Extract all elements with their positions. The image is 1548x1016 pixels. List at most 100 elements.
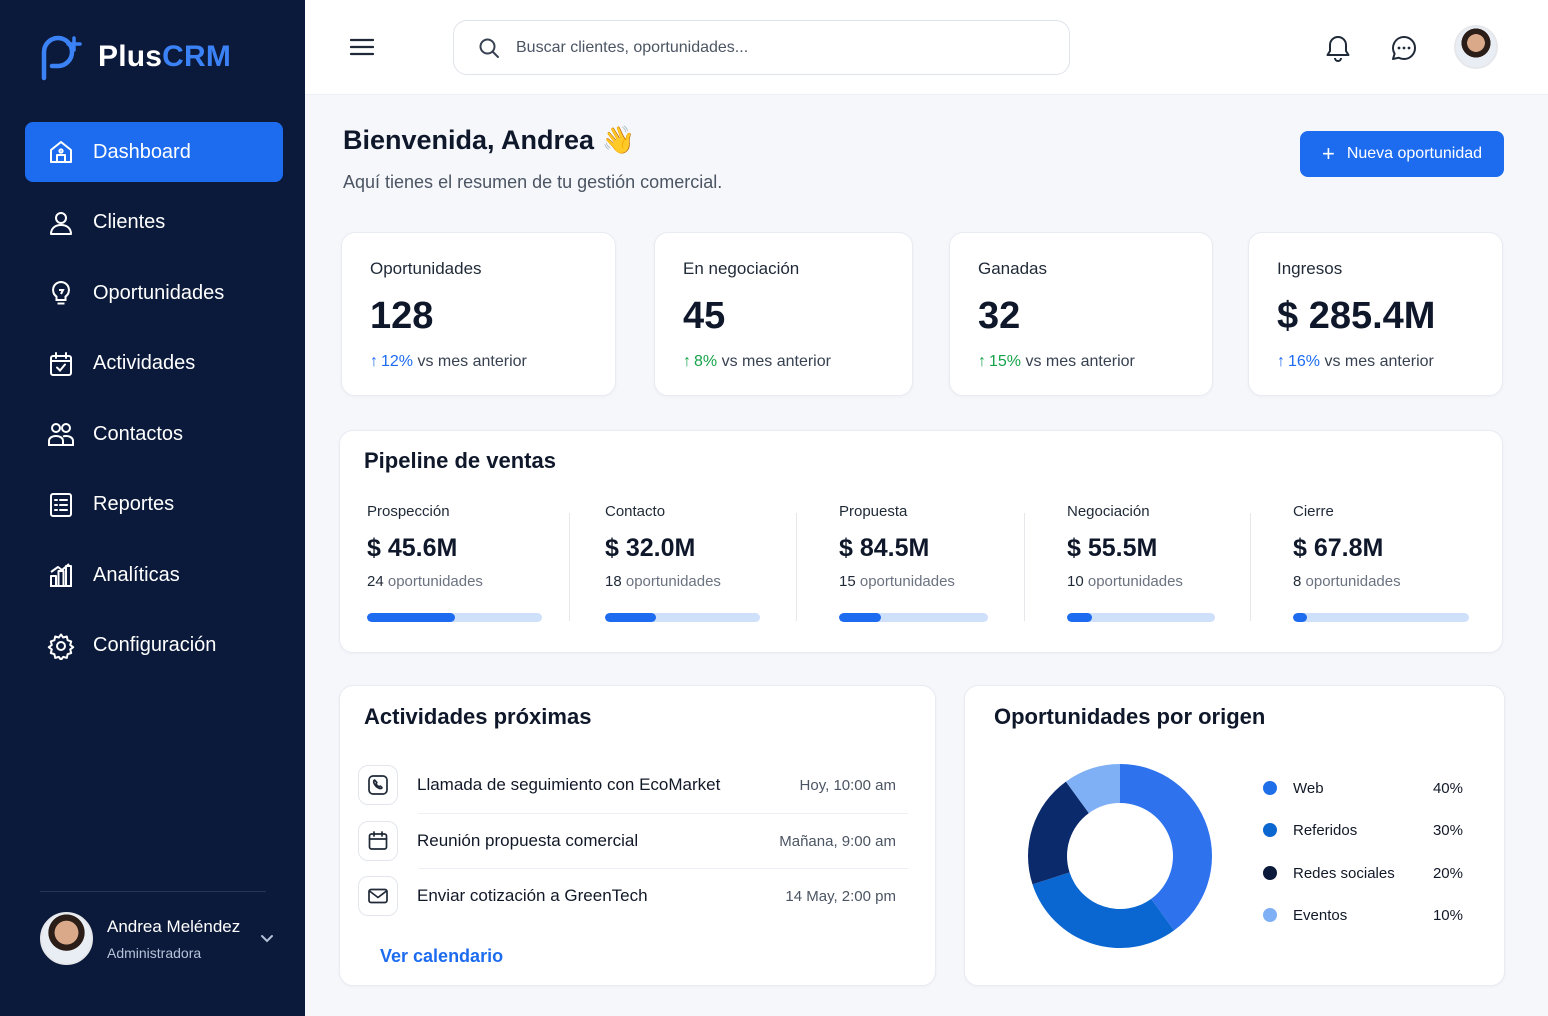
activities-title: Actividades próximas: [364, 704, 592, 729]
stage-value: $ 55.5M: [1067, 534, 1158, 562]
arrow-up-icon: ↑: [978, 353, 986, 370]
top-header: [305, 0, 1548, 95]
sidebar-item-label: Contactos: [93, 422, 184, 445]
donut-chart: [1028, 764, 1212, 948]
sidebar-item-label: Actividades: [93, 352, 196, 374]
pipeline-stage-propuesta[interactable]: Propuesta $ 84.5M 15 oportunidades: [839, 503, 988, 622]
sidebar-item-contactos[interactable]: Contactos: [25, 404, 283, 464]
kpi-value: 45: [683, 295, 726, 337]
kpi-card-ingresos[interactable]: Ingresos $ 285.4M ↑ 16% vs mes anterior: [1248, 232, 1503, 396]
calendar-check-icon: [47, 350, 75, 378]
activity-time: Hoy, 10:00 am: [799, 776, 896, 794]
user-profile[interactable]: Andrea Meléndez Administradora: [40, 912, 280, 965]
profile-name: Andrea Meléndez: [107, 916, 241, 936]
legend-dot: [1263, 908, 1277, 922]
activity-title: Enviar cotización a GreenTech: [417, 886, 648, 905]
search-icon: [479, 38, 499, 58]
activity-time: Mañana, 9:00 am: [779, 832, 896, 850]
stage-divider: [569, 513, 570, 621]
kpi-delta: ↑ 16% vs mes anterior: [1277, 353, 1434, 370]
kpi-value: 32: [978, 295, 1021, 337]
analytics-icon: [47, 561, 75, 589]
stage-progress-fill: [1293, 613, 1308, 622]
new-opportunity-label: Nueva oportunidad: [1346, 145, 1483, 162]
stage-count: 10 oportunidades: [1067, 573, 1183, 590]
stage-value: $ 45.6M: [367, 534, 458, 562]
legend-item-eventos[interactable]: Eventos 10%: [1263, 903, 1463, 927]
new-opportunity-button[interactable]: + Nueva oportunidad: [1300, 131, 1504, 177]
legend-item-redes-sociales[interactable]: Redes sociales 20%: [1263, 861, 1463, 885]
activity-time: 14 May, 2:00 pm: [785, 887, 896, 905]
stage-progress-bar: [839, 613, 988, 622]
sidebar-item-label: Oportunidades: [93, 281, 225, 304]
pipeline-stage-prospeccion[interactable]: Prospección $ 45.6M 24 oportunidades: [367, 503, 542, 622]
kpi-label: Oportunidades: [370, 259, 482, 278]
activity-item[interactable]: Reunión propuesta comercial Mañana, 9:00…: [358, 813, 908, 869]
header-avatar[interactable]: [1454, 25, 1498, 69]
view-calendar-link[interactable]: Ver calendario: [380, 946, 503, 967]
kpi-delta: ↑ 15% vs mes anterior: [978, 353, 1135, 370]
sidebar-item-reportes[interactable]: Reportes: [25, 475, 283, 535]
brand-logo[interactable]: PlusCRM: [38, 32, 231, 82]
stage-progress-bar: [1293, 613, 1469, 622]
search-input[interactable]: [516, 38, 1036, 57]
activity-title: Reunión propuesta comercial: [417, 831, 639, 850]
pipeline-stage-contacto[interactable]: Contacto $ 32.0M 18 oportunidades: [605, 503, 760, 622]
sidebar-item-actividades[interactable]: Actividades: [25, 334, 283, 394]
kpi-card-negociacion[interactable]: En negociación 45 ↑ 8% vs mes anterior: [654, 232, 913, 396]
activities-card: Actividades próximas Llamada de seguimie…: [339, 685, 936, 986]
search-bar[interactable]: [453, 20, 1070, 75]
page-subtitle: Aquí tienes el resumen de tu gestión com…: [343, 172, 723, 192]
bell-icon[interactable]: [1325, 34, 1351, 62]
kpi-delta: ↑ 8% vs mes anterior: [683, 353, 831, 370]
legend-dot: [1263, 823, 1277, 837]
pipeline-card: Pipeline de ventas Prospección $ 45.6M 2…: [339, 430, 1503, 653]
report-icon: [47, 491, 75, 519]
chevron-down-icon[interactable]: [260, 934, 274, 944]
stage-count: 18 oportunidades: [605, 573, 721, 590]
pipeline-title: Pipeline de ventas: [364, 448, 556, 473]
legend-item-web[interactable]: Web 40%: [1263, 776, 1463, 800]
sidebar-item-label: Dashboard: [93, 140, 191, 163]
sidebar-item-analiticas[interactable]: Analíticas: [25, 545, 283, 605]
activity-title: Llamada de seguimiento con EcoMarket: [417, 775, 721, 794]
stage-progress-bar: [605, 613, 760, 622]
sidebar: PlusCRM Dashboard Clientes Oportunidades…: [0, 0, 305, 1016]
legend-dot: [1263, 781, 1277, 795]
user-icon: [47, 209, 75, 237]
sidebar-item-clientes[interactable]: Clientes: [25, 193, 283, 253]
donut-slice-web[interactable]: [1120, 764, 1212, 931]
origin-title: Oportunidades por origen: [994, 704, 1266, 729]
legend-value: 30%: [1432, 821, 1463, 839]
brand-name: PlusCRM: [98, 40, 232, 73]
stage-progress-fill: [1067, 613, 1093, 622]
stage-progress-fill: [605, 613, 657, 622]
sidebar-item-dashboard[interactable]: Dashboard: [25, 122, 283, 182]
chat-icon[interactable]: [1390, 34, 1418, 62]
sidebar-item-configuracion[interactable]: Configuración: [25, 616, 283, 676]
stage-divider: [1250, 513, 1251, 621]
activity-item[interactable]: Enviar cotización a GreenTech 14 May, 2:…: [358, 868, 908, 924]
stage-label: Propuesta: [839, 503, 908, 520]
legend-name: Redes sociales: [1293, 864, 1395, 882]
sidebar-item-label: Reportes: [93, 493, 175, 515]
stage-divider: [796, 513, 797, 621]
donut-slice-referidos[interactable]: [1032, 872, 1175, 948]
mail-icon: [358, 876, 398, 916]
kpi-card-oportunidades[interactable]: Oportunidades 128 ↑ 12% vs mes anterior: [341, 232, 616, 396]
users-icon: [47, 420, 75, 448]
sidebar-item-oportunidades[interactable]: Oportunidades: [25, 263, 283, 323]
pipeline-stage-negociacion[interactable]: Negociación $ 55.5M 10 oportunidades: [1067, 503, 1215, 622]
kpi-value: $ 285.4M: [1277, 295, 1436, 337]
activity-item[interactable]: Llamada de seguimiento con EcoMarket Hoy…: [358, 757, 908, 813]
profile-role: Administradora: [107, 944, 202, 961]
stage-label: Prospección: [367, 503, 450, 520]
arrow-up-icon: ↑: [1277, 353, 1285, 370]
legend-item-referidos[interactable]: Referidos 30%: [1263, 818, 1463, 842]
sidebar-item-label: Clientes: [93, 211, 166, 233]
kpi-card-ganadas[interactable]: Ganadas 32 ↑ 15% vs mes anterior: [949, 232, 1213, 396]
menu-icon[interactable]: [350, 36, 374, 58]
legend-value: 20%: [1432, 864, 1463, 882]
pipeline-stage-cierre[interactable]: Cierre $ 67.8M 8 oportunidades: [1293, 503, 1469, 622]
lightbulb-icon: [47, 279, 75, 307]
